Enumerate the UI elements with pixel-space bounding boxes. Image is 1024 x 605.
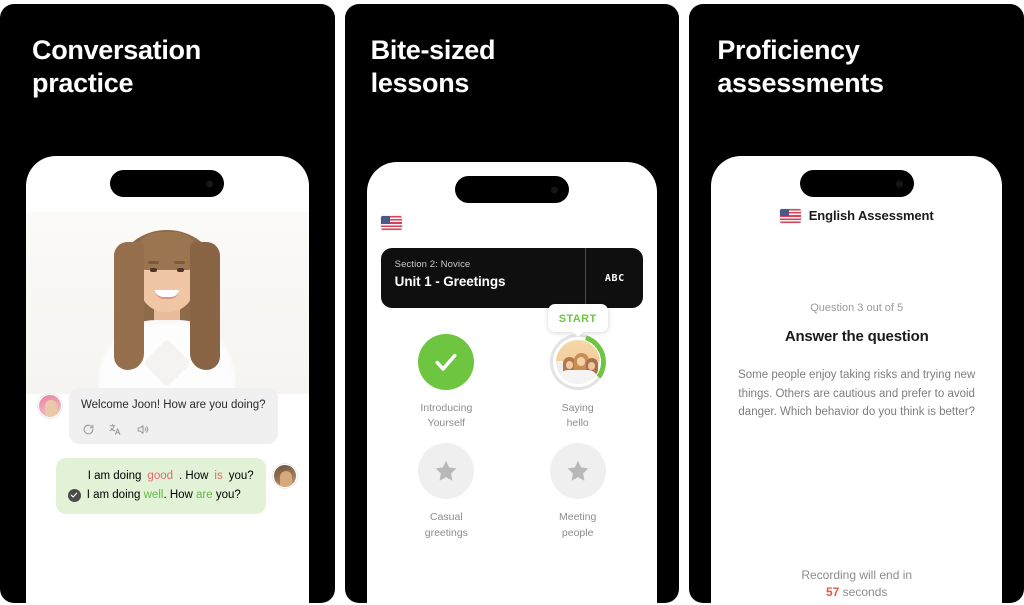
orig-pre: I am doing [87,469,142,482]
question-counter: Question 3 out of 5 [810,302,904,314]
lesson-node-active[interactable]: START [547,304,608,390]
unit-section-label: Section 2: Novice [394,259,471,270]
speaker-icon[interactable] [136,423,149,436]
tutor-photo [26,212,309,394]
star-icon [567,461,588,482]
regenerate-icon[interactable] [82,423,95,436]
promo-board: Conversation practice Welcome Joon! How … [0,0,1024,605]
message-row-user: I am doing good . How is you? I am doing … [38,457,297,515]
unit-name-label: Unit 1 - Greetings [394,274,506,289]
message-actions [81,423,266,436]
lesson-label: Introducing Yourself [420,402,473,430]
corr-mid: . How [163,488,197,501]
lesson-item-saying-hello[interactable]: START Saying hello [512,304,643,431]
recording-timer-value: 57 seconds [711,585,1002,599]
dynamic-island [110,170,225,197]
corr-post: you? [212,488,241,501]
dynamic-island [455,176,569,203]
us-flag-icon [380,216,402,230]
chat-thread: Welcome Joon! How are you doing? I am do… [26,388,309,603]
orig-post: you? [228,469,254,482]
us-flag-icon [779,208,801,223]
lesson-label: Casual greetings [424,511,468,539]
phone-mockup: Welcome Joon! How are you doing? I am do… [26,156,309,603]
check-icon [435,353,457,371]
lesson-grid: Introducing Yourself START Saying hello … [381,304,644,541]
unit-card[interactable]: Section 2: Novice Unit 1 - Greetings ABC [380,248,644,308]
phone-mockup: English Assessment Question 3 out of 5 A… [711,156,1003,603]
orig-error-word: good [147,469,174,482]
unit-card-main: Section 2: Novice Unit 1 - Greetings [381,248,586,308]
panel-bite-sized-lessons: Bite-sized lessons Section 2: Novice Uni… [344,4,680,603]
check-icon [67,488,81,502]
panel-title: Bite-sized lessons [370,35,496,98]
lesson-node-locked[interactable] [549,443,606,500]
message-row-tutor: Welcome Joon! How are you doing? [38,388,297,444]
tutor-avatar [38,394,62,418]
recording-seconds-unit: seconds [839,585,888,599]
corr-fix-word-2: are [196,488,213,501]
tutor-message-text: Welcome Joon! How are you doing? [81,399,266,411]
language-flag[interactable] [380,216,402,235]
tutor-message-bubble[interactable]: Welcome Joon! How are you doing? [69,388,278,444]
lesson-node-completed[interactable] [418,334,475,390]
panel-proficiency-assessments: Proficiency assessments English Assessme… [689,4,1024,603]
corr-fix-word: well [143,488,164,501]
recording-seconds: 57 [825,585,840,599]
panel-title: Conversation practice [32,35,201,98]
unit-badge[interactable]: ABC [585,248,643,308]
lesson-label: Meeting people [558,511,597,539]
assessment-title: English Assessment [808,208,934,223]
question-body: Some people enjoy taking risks and tryin… [738,369,976,419]
lesson-label: Saying hello [561,402,594,430]
portrait-illustration [92,212,242,394]
dynamic-island [799,170,914,197]
user-avatar [272,463,297,488]
lesson-item-casual-greetings[interactable]: Casual greetings [381,443,512,540]
lesson-photo [555,340,600,384]
lesson-item-meeting-people[interactable]: Meeting people [512,443,643,540]
abc-badge-label: ABC [604,272,625,284]
recording-timer-label: Recording will end in [801,568,913,582]
lesson-node-locked[interactable] [418,443,475,500]
panel-conversation-practice: Conversation practice Welcome Joon! How … [0,4,335,603]
recording-timer: Recording will end in 57 seconds [711,568,1002,599]
corr-pre: I am doing [86,488,144,501]
user-corrected-sentence: I am doing well. How are you? [67,487,254,504]
phone-mockup: Section 2: Novice Unit 1 - Greetings ABC… [366,162,658,603]
star-icon [436,461,457,482]
user-original-sentence: I am doing good . How is you? [68,468,254,485]
assessment-header: English Assessment [711,208,1002,223]
panel-title: Proficiency assessments [717,35,884,98]
start-tooltip[interactable]: START [547,304,608,332]
orig-error-word-2: is [214,469,223,482]
lesson-item-introducing-yourself[interactable]: Introducing Yourself [381,334,512,431]
question-heading: Answer the question [784,328,929,345]
translate-icon[interactable] [109,423,122,436]
orig-mid: . How [179,469,209,482]
start-tooltip-label: START [558,313,597,325]
user-message-bubble[interactable]: I am doing good . How is you? I am doing … [55,457,266,515]
